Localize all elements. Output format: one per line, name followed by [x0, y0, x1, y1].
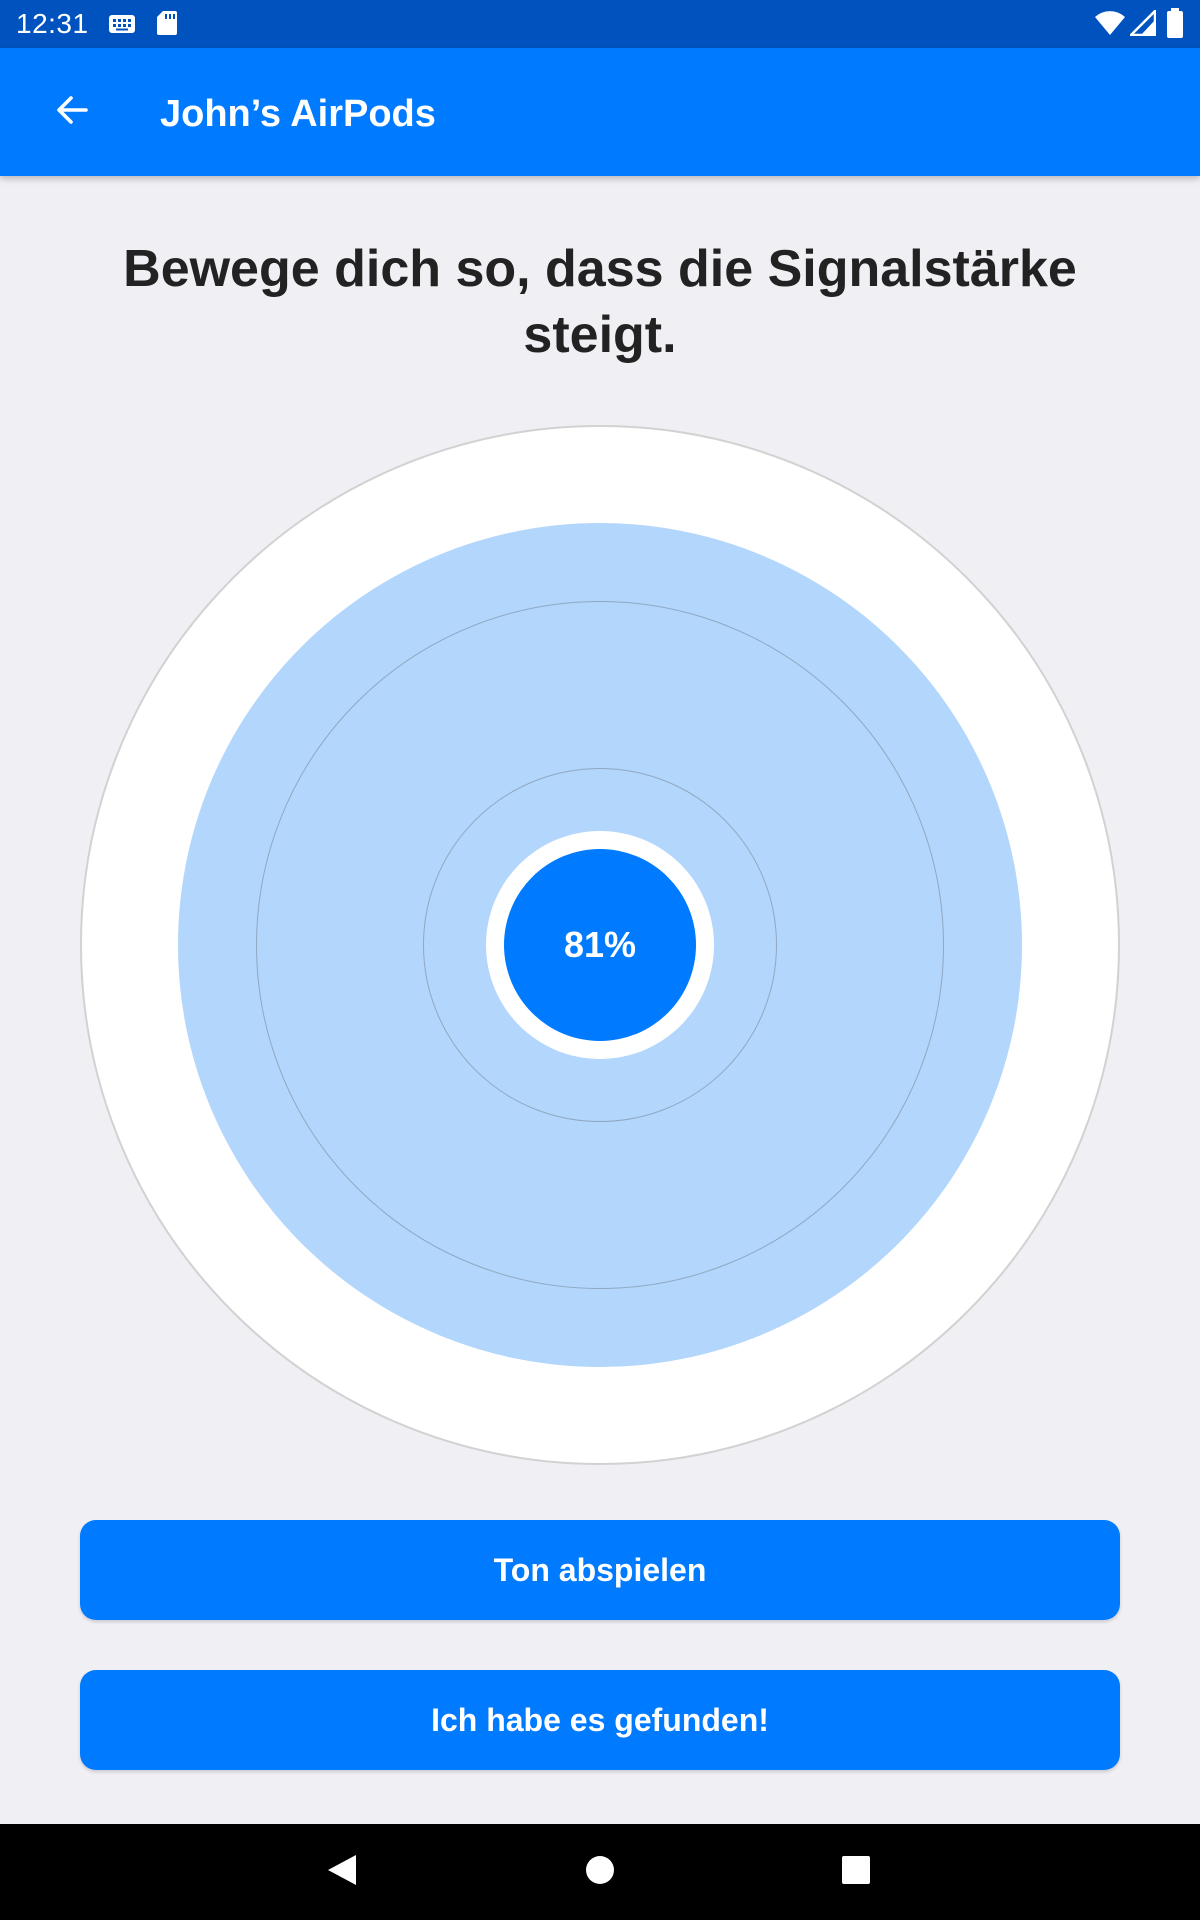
- app-bar: John’s AirPods: [0, 48, 1200, 176]
- sd-card-icon: [156, 10, 178, 41]
- nav-recents-button[interactable]: [828, 1844, 884, 1900]
- battery-icon: [1166, 8, 1184, 43]
- page-title: John’s AirPods: [160, 93, 436, 135]
- instruction-text: Bewege dich so, dass die Signalstärke st…: [123, 240, 1077, 364]
- wifi-icon: [1094, 10, 1126, 41]
- nav-home-button[interactable]: [572, 1844, 628, 1900]
- home-circle-icon: [585, 1855, 615, 1890]
- signal-core: 81%: [504, 849, 696, 1041]
- signal-percent: 81%: [563, 924, 637, 965]
- nav-back-button[interactable]: [314, 1844, 370, 1900]
- recents-square-icon: [841, 1855, 871, 1890]
- cell-signal-icon: [1127, 7, 1157, 41]
- signal-radar: 81%: [80, 425, 1120, 1465]
- status-bar: 12:31: [0, 0, 1200, 48]
- back-triangle-icon: [326, 1853, 358, 1892]
- keyboard-icon: [108, 14, 136, 39]
- arrow-back-icon: [54, 92, 90, 133]
- status-time: 12:31: [16, 8, 89, 39]
- navigation-bar: [0, 1824, 1200, 1920]
- found-button[interactable]: Ich habe es gefunden!: [80, 1670, 1120, 1770]
- play-sound-button[interactable]: Ton abspielen: [80, 1520, 1120, 1620]
- back-button[interactable]: [40, 80, 104, 144]
